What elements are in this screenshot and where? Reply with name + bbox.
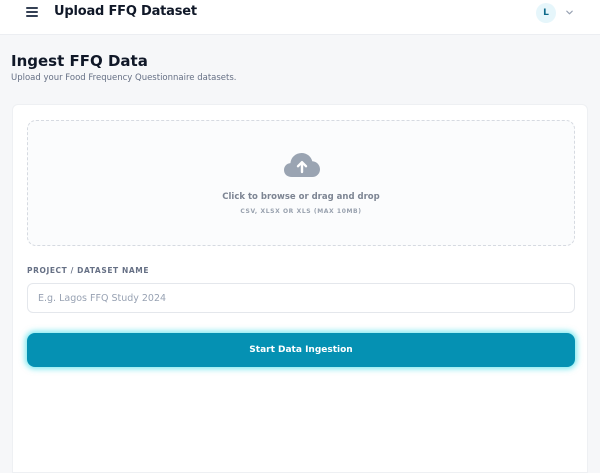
- page-title: Ingest FFQ Data: [11, 52, 148, 70]
- upload-card: Click to browse or drag and drop CSV, XL…: [12, 104, 588, 473]
- file-dropzone[interactable]: Click to browse or drag and drop CSV, XL…: [27, 120, 575, 246]
- chevron-down-icon[interactable]: [565, 8, 574, 17]
- header-title: Upload FFQ Dataset: [54, 4, 197, 19]
- start-ingestion-button[interactable]: Start Data Ingestion: [27, 333, 575, 367]
- page-subtitle: Upload your Food Frequency Questionnaire…: [11, 73, 237, 83]
- cloud-upload-icon: [284, 153, 320, 177]
- dataset-name-label: PROJECT / DATASET NAME: [27, 266, 150, 275]
- top-bar: Upload FFQ Dataset L: [0, 0, 600, 35]
- hamburger-menu-icon[interactable]: [26, 6, 39, 19]
- user-avatar[interactable]: L: [536, 3, 556, 23]
- dropzone-instruction: Click to browse or drag and drop: [222, 192, 380, 202]
- dropzone-formats: CSV, XLSX OR XLS (MAX 10MB): [240, 208, 362, 215]
- dataset-name-input[interactable]: [27, 283, 575, 313]
